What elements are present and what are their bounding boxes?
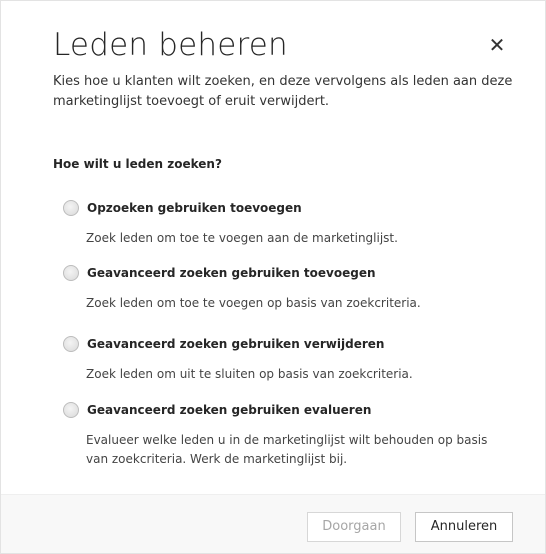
option-lookup-add-radio-row[interactable]: Opzoeken gebruiken toevoegen bbox=[63, 200, 523, 216]
cancel-button[interactable]: Annuleren bbox=[415, 512, 513, 542]
option-advanced-evaluate-radio-row[interactable]: Geavanceerd zoeken gebruiken evalueren bbox=[63, 402, 523, 418]
option-description: Zoek leden om uit te sluiten op basis va… bbox=[86, 367, 413, 381]
option-advanced-add: Geavanceerd zoeken gebruiken toevoegen Z… bbox=[63, 265, 523, 313]
radio-button[interactable] bbox=[63, 402, 79, 418]
option-label[interactable]: Geavanceerd zoeken gebruiken verwijderen bbox=[87, 337, 384, 351]
continue-button[interactable]: Doorgaan bbox=[307, 512, 401, 542]
dialog-subtitle: Kies hoe u klanten wilt zoeken, en deze … bbox=[53, 74, 513, 109]
option-lookup-add: Opzoeken gebruiken toevoegen Zoek leden … bbox=[63, 200, 523, 248]
option-label[interactable]: Opzoeken gebruiken toevoegen bbox=[87, 201, 302, 215]
option-description: Zoek leden om toe te voegen aan de marke… bbox=[86, 231, 398, 245]
option-advanced-add-radio-row[interactable]: Geavanceerd zoeken gebruiken toevoegen bbox=[63, 265, 523, 281]
search-question-label: Hoe wilt u leden zoeken? bbox=[53, 157, 222, 171]
manage-members-dialog: Leden beheren ✕ Kies hoe u klanten wilt … bbox=[0, 0, 546, 554]
option-advanced-evaluate: Geavanceerd zoeken gebruiken evalueren E… bbox=[63, 402, 523, 469]
dialog-title: Leden beheren bbox=[53, 27, 288, 63]
option-advanced-remove: Geavanceerd zoeken gebruiken verwijderen… bbox=[63, 336, 523, 384]
option-description: Evalueer welke leden u in de marketingli… bbox=[86, 433, 488, 466]
close-icon[interactable]: ✕ bbox=[487, 35, 507, 55]
option-label[interactable]: Geavanceerd zoeken gebruiken evalueren bbox=[87, 403, 371, 417]
option-label[interactable]: Geavanceerd zoeken gebruiken toevoegen bbox=[87, 266, 376, 280]
radio-button[interactable] bbox=[63, 200, 79, 216]
radio-button[interactable] bbox=[63, 265, 79, 281]
radio-button[interactable] bbox=[63, 336, 79, 352]
option-advanced-remove-radio-row[interactable]: Geavanceerd zoeken gebruiken verwijderen bbox=[63, 336, 523, 352]
dialog-footer: Doorgaan Annuleren bbox=[1, 494, 545, 553]
option-description: Zoek leden om toe te voegen op basis van… bbox=[86, 296, 421, 310]
